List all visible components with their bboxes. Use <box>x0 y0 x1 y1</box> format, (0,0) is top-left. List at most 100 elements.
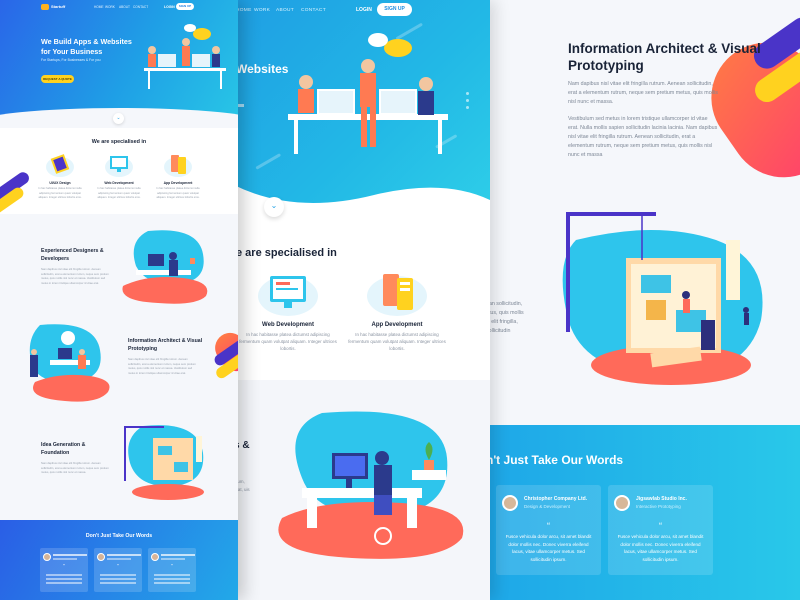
request-quote-button[interactable]: REQUEST A QUOTE <box>41 75 74 83</box>
quote-icon: “ <box>659 521 662 531</box>
service-title: App Development <box>163 181 193 185</box>
service-card-app-development: App Development In hac habitasse platea … <box>347 268 447 352</box>
feature-text: Nam dapibus nisl vitae elit fringilla ru… <box>41 462 109 475</box>
testimonial-role <box>161 558 185 560</box>
testimonial-text: Fusce vehicula dolor arcu, sit amet blan… <box>505 534 592 562</box>
login-link[interactable]: LOGIN <box>356 7 372 13</box>
web-development-icon <box>102 152 136 178</box>
hero-section: HOME WORK ABOUT CONTACT LOGIN SIGN UP We… <box>234 0 490 230</box>
testimonial-role: Interactive Prototyping <box>636 504 681 509</box>
service-card-web-development: Web Development In hac habitasse platea … <box>238 268 338 352</box>
avatar <box>43 553 51 561</box>
feature-text: Nam dapibus nisl vitae elit fringilla ru… <box>41 268 109 285</box>
quote-icon: “ <box>117 564 119 570</box>
feature-text: Nam dapibus nisl vitae elit fringilla ru… <box>128 358 196 375</box>
testimonial-name <box>161 554 195 556</box>
testimonial-card: Jigsawlab Studio Inc. Interactive Protot… <box>608 485 713 575</box>
designer-desk-illustration <box>278 411 464 559</box>
nav-link-work[interactable]: WORK <box>105 5 115 9</box>
nav-link-about[interactable]: ABOUT <box>119 5 130 9</box>
service-description: In hac habitasse platea dictumst nulla a… <box>38 187 82 199</box>
app-development-icon <box>161 152 195 178</box>
service-title: UI/UX Design <box>49 181 71 185</box>
login-link[interactable]: LOGIN <box>164 5 175 9</box>
testimonial-text-line <box>100 582 136 584</box>
avatar <box>502 495 518 511</box>
nav-link-contact[interactable]: CONTACT <box>301 8 326 13</box>
testimonial-text-line <box>46 574 82 576</box>
service-card-web-development: Web Development In hac habitasse platea … <box>94 152 144 201</box>
page-preview-middle: HOME WORK ABOUT CONTACT LOGIN SIGN UP We… <box>234 0 490 600</box>
testimonial-name <box>53 554 87 556</box>
brand-name[interactable]: Startuff <box>51 4 65 9</box>
hero-title: We Build Apps & Websites for Your Busine… <box>41 37 132 56</box>
app-development-icon <box>357 268 437 318</box>
testimonial-text-line <box>46 578 82 580</box>
section-paragraph: Nam dapibus nisl vitae elit fringilla ru… <box>568 81 718 105</box>
testimonial-card: “ <box>40 548 88 592</box>
nav-link-about[interactable]: ABOUT <box>276 8 294 13</box>
nav-link-contact[interactable]: CONTACT <box>133 5 148 9</box>
service-title: Web Development <box>104 181 134 185</box>
testimonial-card: Christopher Company Ltd. Design & Develo… <box>496 485 601 575</box>
feature-title: Idea Generation & Foundation <box>41 442 86 456</box>
testimonial-role: Design & Development <box>524 504 571 509</box>
nav-link-home[interactable]: HOME <box>94 5 104 9</box>
nav-link-work[interactable]: WORK <box>254 8 270 13</box>
signup-button[interactable]: SIGN UP <box>377 3 412 16</box>
testimonial-text-line <box>46 582 82 584</box>
testimonial-role <box>107 558 131 560</box>
signup-button[interactable]: SIGN UP <box>176 3 194 10</box>
service-description: In hac habitasse platea dictumst adipisc… <box>239 332 337 351</box>
service-card-uiux-design: UI/UX Design In hac habitasse platea dic… <box>35 152 85 201</box>
testimonial-text: Fusce vehicula dolor arcu, sit amet blan… <box>617 534 704 562</box>
page-preview-right: Information Architect & Visual Prototypi… <box>486 0 800 600</box>
web-development-icon <box>248 268 328 318</box>
testimonial-text-line <box>154 578 190 580</box>
section-title: e are specialised in <box>236 247 337 259</box>
prototyping-illustration <box>562 212 763 385</box>
testimonials-title: n't Just Take Our Words <box>486 453 624 467</box>
testimonial-role <box>53 558 77 560</box>
service-title: Web Development <box>262 322 314 328</box>
scroll-down-button[interactable]: ⌄ <box>113 113 124 124</box>
testimonial-text-line <box>154 574 190 576</box>
service-description: In hac habitasse platea dictumst adipisc… <box>348 332 446 351</box>
section-title: We are specialised in <box>91 139 147 145</box>
avatar <box>97 553 105 561</box>
testimonials-section: n't Just Take Our Words Christopher Comp… <box>486 425 800 600</box>
scroll-down-button[interactable]: ⌄ <box>264 197 284 217</box>
logo-icon <box>41 4 49 10</box>
designer-desk-illustration <box>122 230 208 304</box>
hero-subtitle: For Startups, For Businesses & For you <box>41 58 101 62</box>
team-workspace-illustration <box>288 33 448 154</box>
quote-icon: “ <box>63 564 65 570</box>
testimonial-text-line <box>100 578 136 580</box>
section-title: Information Architect & Visual Prototypi… <box>568 41 761 73</box>
slider-dots[interactable] <box>466 92 469 113</box>
testimonial-text-line <box>154 582 190 584</box>
architect-illustration <box>29 324 110 402</box>
service-card-app-development: App Development In hac habitasse platea … <box>153 152 203 201</box>
prototyping-illustration <box>124 425 204 500</box>
page-preview-left: Startuff HOME WORK ABOUT CONTACT LOGIN S… <box>0 0 238 600</box>
testimonial-text-line <box>100 574 136 576</box>
quote-icon: “ <box>547 521 550 531</box>
service-description: In hac habitasse platea dictumst nulla a… <box>156 187 200 199</box>
team-workspace-illustration <box>144 24 226 89</box>
avatar <box>614 495 630 511</box>
service-description: In hac habitasse platea dictumst nulla a… <box>97 187 141 199</box>
showcase-stage: Information Architect & Visual Prototypi… <box>0 0 800 600</box>
testimonial-name <box>107 554 141 556</box>
testimonial-card: “ <box>148 548 196 592</box>
testimonial-name: Christopher Company Ltd. <box>524 496 588 502</box>
cut-off-paragraph: ean sollicitudin, etus, quis mollis is e… <box>486 301 524 334</box>
feature-title: Information Architect & Visual Prototypi… <box>128 338 203 352</box>
feature-title: Experienced Designers & Developers <box>41 248 104 262</box>
testimonials-title: Don't Just Take Our Words <box>85 533 153 539</box>
testimonial-name: Jigsawlab Studio Inc. <box>636 496 687 502</box>
avatar <box>151 553 159 561</box>
nav-link-home[interactable]: HOME <box>236 8 252 13</box>
testimonial-card: “ <box>94 548 142 592</box>
uiux-design-icon <box>43 152 77 178</box>
